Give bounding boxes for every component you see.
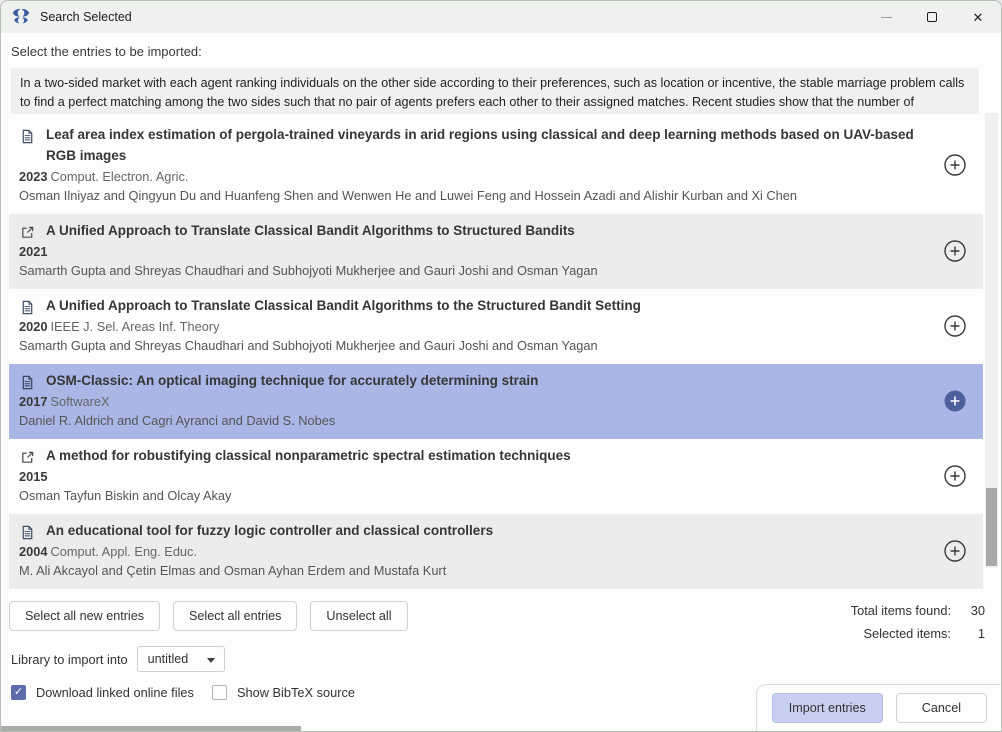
entry-row[interactable]: A Unified Approach to Translate Classica… (9, 214, 983, 289)
library-select[interactable]: untitled (137, 646, 225, 672)
entry-year: 2021 (19, 244, 47, 259)
entry-authors: Samarth Gupta and Shreyas Chaudhari and … (19, 337, 933, 356)
maximize-button[interactable] (909, 1, 955, 33)
add-entry-button[interactable] (933, 388, 977, 414)
plus-circle-filled-icon (942, 388, 968, 414)
entry-row[interactable]: An educational tool for fuzzy logic cont… (9, 514, 983, 589)
unselect-all-button[interactable]: Unselect all (310, 601, 407, 631)
add-entry-button[interactable] (933, 238, 977, 264)
entry-title: A method for robustifying classical nonp… (46, 446, 933, 467)
entry-year: 2015 (19, 469, 47, 484)
show-bibtex-source-label: Show BibTeX source (237, 685, 355, 700)
minimize-button[interactable] (863, 1, 909, 33)
minimize-icon (881, 17, 892, 18)
plus-circle-icon (942, 152, 968, 178)
external-link-icon (20, 450, 35, 465)
entry-title: A Unified Approach to Translate Classica… (46, 221, 933, 242)
document-icon (20, 525, 35, 540)
entry-year: 2017 (19, 394, 47, 409)
plus-circle-icon (942, 463, 968, 489)
add-entry-button[interactable] (933, 538, 977, 564)
entry-journal: SoftwareX (50, 394, 109, 409)
entry-authors: Samarth Gupta and Shreyas Chaudhari and … (19, 262, 933, 281)
entry-list: Leaf area index estimation of pergola-tr… (9, 118, 983, 589)
entry-title: An educational tool for fuzzy logic cont… (46, 521, 933, 542)
jabref-logo-icon (11, 7, 31, 27)
entry-row[interactable]: A method for robustifying classical nonp… (9, 439, 983, 514)
abstract-preview: In a two-sided market with each agent ra… (11, 68, 979, 114)
total-items-value: 30 (951, 603, 985, 618)
cancel-button[interactable]: Cancel (896, 693, 987, 723)
window-title: Search Selected (40, 10, 132, 24)
entry-journal: Comput. Appl. Eng. Educ. (50, 544, 197, 559)
entry-year: 2023 (19, 169, 47, 184)
add-entry-button[interactable] (933, 463, 977, 489)
entry-row[interactable]: A Unified Approach to Translate Classica… (9, 289, 983, 364)
plus-circle-icon (942, 238, 968, 264)
show-bibtex-source-checkbox[interactable] (212, 685, 227, 700)
entry-authors: Daniel R. Aldrich and Cagri Ayranci and … (19, 412, 933, 431)
background-window-edge (1, 726, 301, 731)
entry-authors: M. Ali Akcayol and Çetin Elmas and Osman… (19, 562, 933, 581)
add-entry-button[interactable] (933, 152, 977, 178)
library-import-label: Library to import into (11, 652, 128, 667)
entry-year: 2004 (19, 544, 47, 559)
plus-circle-icon (942, 313, 968, 339)
entry-title: A Unified Approach to Translate Classica… (46, 296, 933, 317)
close-icon: ✕ (973, 11, 984, 24)
titlebar: Search Selected ✕ (1, 1, 1001, 33)
entry-row[interactable]: Leaf area index estimation of pergola-tr… (9, 118, 983, 214)
import-entries-button[interactable]: Import entries (772, 693, 883, 723)
scrollbar-thumb[interactable] (986, 488, 997, 566)
dialog-instruction: Select the entries to be imported: (11, 44, 991, 59)
entry-authors: Osman Ilniyaz and Qingyun Du and Huanfen… (19, 187, 933, 206)
abstract-text: In a two-sided market with each agent ra… (20, 76, 964, 114)
download-linked-files-label: Download linked online files (36, 685, 194, 700)
entry-row-selected[interactable]: OSM-Classic: An optical imaging techniqu… (9, 364, 983, 439)
library-selected-option: untitled (148, 652, 189, 666)
entry-journal: IEEE J. Sel. Areas Inf. Theory (50, 319, 219, 334)
document-icon (20, 375, 35, 390)
entry-year: 2020 (19, 319, 47, 334)
list-scrollbar[interactable] (985, 113, 998, 568)
check-icon: ✓ (14, 687, 23, 698)
add-entry-button[interactable] (933, 313, 977, 339)
chevron-down-icon (207, 658, 215, 663)
entry-journal: Comput. Electron. Agric. (50, 169, 188, 184)
external-link-icon (20, 225, 35, 240)
entry-title: Leaf area index estimation of pergola-tr… (46, 125, 933, 167)
total-items-label: Total items found: (851, 603, 951, 618)
selected-items-value: 1 (951, 626, 985, 641)
select-all-entries-button[interactable]: Select all entries (173, 601, 297, 631)
search-selected-dialog: Search Selected ✕ Select the entries to … (0, 0, 1002, 732)
select-all-new-entries-button[interactable]: Select all new entries (9, 601, 160, 631)
document-icon (20, 300, 35, 315)
entry-title: OSM-Classic: An optical imaging techniqu… (46, 371, 933, 392)
dialog-button-bar: Import entries Cancel (756, 684, 1001, 731)
close-button[interactable]: ✕ (955, 1, 1001, 33)
entry-authors: Osman Tayfun Biskin and Olcay Akay (19, 487, 933, 506)
plus-circle-icon (942, 538, 968, 564)
document-icon (20, 129, 35, 144)
download-linked-files-checkbox[interactable]: ✓ (11, 685, 26, 700)
selected-items-label: Selected items: (864, 626, 952, 641)
result-stats: Total items found: 30 Selected items: 1 (851, 603, 985, 649)
maximize-icon (927, 12, 937, 22)
